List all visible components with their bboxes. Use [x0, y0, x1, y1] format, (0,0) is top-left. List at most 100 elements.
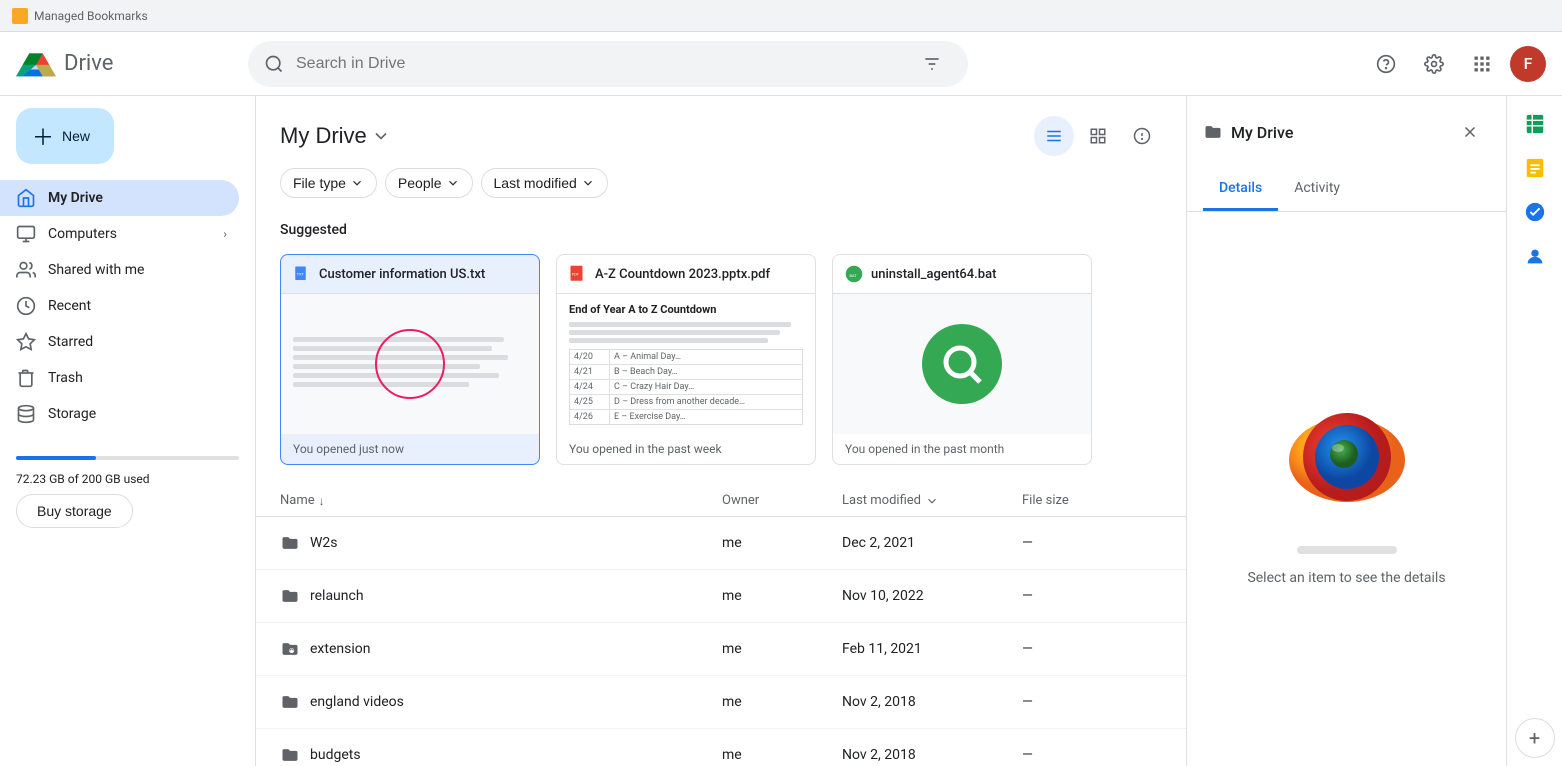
col-owner-header: Owner [722, 493, 842, 508]
panel-folder-icon [1203, 122, 1223, 142]
avatar[interactable]: F [1510, 46, 1546, 82]
file-row[interactable]: extension me Feb 11, 2021 — ⋮ [256, 623, 1186, 676]
file-owner: me [722, 535, 842, 551]
sidebar-item-storage[interactable]: Storage [0, 396, 239, 432]
sidebar-item-label: My Drive [48, 190, 103, 206]
filter-bar: File type People Last modified [256, 168, 1186, 214]
sidebar-item-label: Recent [48, 298, 91, 314]
buy-storage-button[interactable]: Buy storage [16, 494, 133, 528]
recent-icon [16, 296, 36, 316]
help-button[interactable] [1366, 44, 1406, 84]
info-button[interactable] [1122, 116, 1162, 156]
pdf-file-icon: PDF [569, 265, 587, 283]
filter-last-modified-button[interactable]: Last modified [481, 168, 608, 198]
sheets-icon[interactable] [1515, 104, 1555, 144]
main-actions [1034, 116, 1162, 156]
sidebar-item-recent[interactable]: Recent [0, 288, 239, 324]
logo-area: Drive [16, 46, 236, 82]
shared-icon [16, 260, 36, 280]
tab-details[interactable]: Details [1203, 168, 1278, 211]
search-input[interactable] [296, 55, 900, 73]
sidebar-item-label: Starred [48, 334, 93, 350]
file-name-cell: W2s [280, 533, 722, 553]
file-row[interactable]: relaunch me Nov 10, 2022 — ⋮ [256, 570, 1186, 623]
search-icon [264, 54, 284, 74]
file-row[interactable]: budgets me Nov 2, 2018 — ⋮ [256, 729, 1186, 766]
file-size: — [1022, 694, 1122, 710]
card-2-title: A-Z Countdown 2023.pptx.pdf [595, 267, 770, 282]
add-apps-button[interactable]: + [1515, 718, 1555, 758]
top-bar: Managed Bookmarks [0, 0, 1562, 32]
folder-icon [280, 692, 300, 712]
filter-people-button[interactable]: People [385, 168, 473, 198]
card-2-footer: You opened in the past week [557, 434, 815, 464]
file-owner: me [722, 694, 842, 710]
logo-text: Drive [64, 51, 113, 76]
trash-icon [16, 368, 36, 388]
sidebar-item-computers[interactable]: Computers › [0, 216, 239, 252]
storage-bar-fill [16, 456, 96, 460]
sidebar-item-label: Trash [48, 370, 83, 386]
file-row[interactable]: england videos me Nov 2, 2018 — ⋮ [256, 676, 1186, 729]
new-button[interactable]: ＋ New [16, 108, 114, 164]
tasks-icon[interactable] [1515, 192, 1555, 232]
header-actions: F [1366, 44, 1546, 84]
grid-view-button[interactable] [1078, 116, 1118, 156]
contacts-icon[interactable] [1515, 236, 1555, 276]
sidebar-item-label: Computers [48, 226, 117, 242]
computers-icon [16, 224, 36, 244]
main-content: My Drive [256, 96, 1186, 766]
filter-people-label: People [398, 175, 442, 191]
file-size: — [1022, 641, 1122, 657]
panel-illustration [1282, 392, 1412, 522]
sort-view-button[interactable] [1034, 116, 1074, 156]
file-list-header: Name ↓ Owner Last modified File size [256, 485, 1186, 517]
panel-close-button[interactable] [1450, 112, 1490, 152]
storage-label: 72.23 GB of 200 GB used [16, 472, 239, 486]
card-2-preview: End of Year A to Z Countdown 4/20 A – An… [557, 294, 815, 434]
svg-text:TXT: TXT [297, 273, 305, 277]
search-bar[interactable] [248, 41, 968, 87]
file-last-modified: Dec 2, 2021 [842, 535, 1022, 551]
my-drive-title-button[interactable]: My Drive [280, 123, 391, 149]
favicon [12, 8, 28, 24]
file-size: — [1022, 535, 1122, 551]
file-last-modified: Nov 2, 2018 [842, 747, 1022, 763]
card-3-preview [833, 294, 1091, 434]
card-3-title: uninstall_agent64.bat [871, 267, 996, 282]
card-3-header: BAT uninstall_agent64.bat [833, 255, 1091, 294]
file-name-cell: england videos [280, 692, 722, 712]
suggested-cards: TXT Customer information US.txt [256, 246, 1186, 485]
panel-empty-text: Select an item to see the details [1247, 570, 1445, 586]
folder-icon [280, 745, 300, 765]
tab-title: Managed Bookmarks [34, 9, 148, 23]
suggested-card-3[interactable]: BAT uninstall_agent64.bat You opened in … [832, 254, 1092, 465]
file-row[interactable]: W2s me Dec 2, 2021 — ⋮ [256, 517, 1186, 570]
file-name: budgets [310, 747, 361, 763]
search-options-button[interactable] [912, 44, 952, 84]
suggested-card-2[interactable]: PDF A-Z Countdown 2023.pptx.pdf End of Y… [556, 254, 816, 465]
tab-activity[interactable]: Activity [1278, 168, 1356, 211]
panel-tabs: Details Activity [1187, 168, 1506, 212]
file-size: — [1022, 747, 1122, 763]
apps-button[interactable] [1462, 44, 1502, 84]
sidebar-item-starred[interactable]: Starred [0, 324, 239, 360]
sidebar-item-trash[interactable]: Trash [0, 360, 239, 396]
right-panel-header: My Drive [1187, 96, 1506, 168]
filter-file-type-button[interactable]: File type [280, 168, 377, 198]
settings-button[interactable] [1414, 44, 1454, 84]
card-2-header: PDF A-Z Countdown 2023.pptx.pdf [557, 255, 815, 294]
keep-icon[interactable] [1515, 148, 1555, 188]
col-last-modified-header: Last modified [842, 493, 1022, 508]
folder-shared-icon [280, 639, 300, 659]
card-1-footer: You opened just now [281, 434, 539, 464]
file-name: england videos [310, 694, 404, 710]
main-title-text: My Drive [280, 123, 367, 149]
header: Drive [0, 32, 1562, 96]
suggested-card-1[interactable]: TXT Customer information US.txt [280, 254, 540, 465]
suggested-label: Suggested [256, 214, 1186, 246]
sidebar-item-my-drive[interactable]: My Drive [0, 180, 239, 216]
sidebar-item-shared[interactable]: Shared with me [0, 252, 239, 288]
file-size: — [1022, 588, 1122, 604]
right-panel: My Drive Details Activity [1186, 96, 1506, 766]
